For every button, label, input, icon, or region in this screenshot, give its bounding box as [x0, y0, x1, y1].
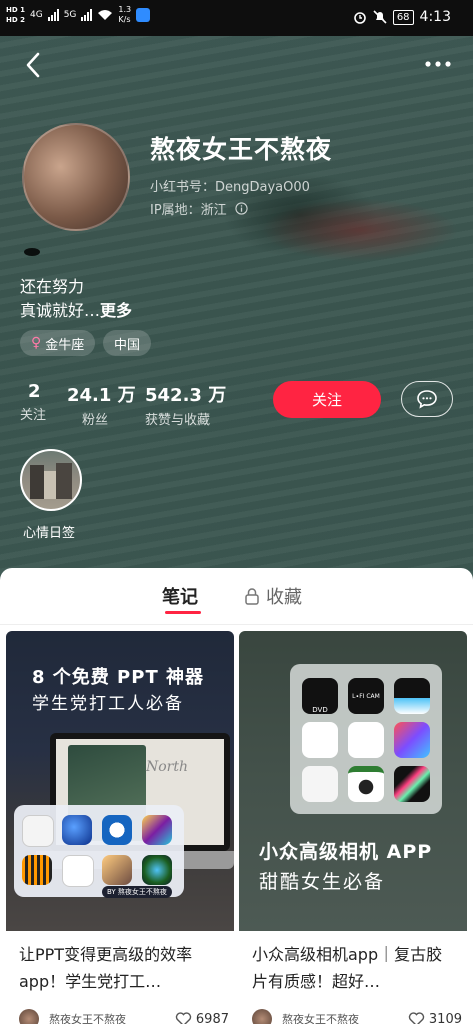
stat-followers[interactable]: 24.1 万 粉丝	[67, 381, 136, 428]
cover-subline: 甜酷女生必备	[259, 871, 386, 893]
app-icon-lens	[302, 766, 338, 802]
follow-button[interactable]: 关注	[273, 381, 381, 418]
status-bar: HD 1 HD 2 4G 5G 1.3 K/s 68 4:13	[0, 0, 473, 36]
stat-following-value: 2	[28, 381, 41, 402]
stat-likes-value: 542.3 万	[145, 385, 227, 406]
note-card[interactable]: 8 个免费 PPT 神器 学生党打工人必备 North BY 熬夜女王不熬夜 让…	[6, 631, 234, 1024]
note-footer: 熬夜女王不熬夜 3109	[252, 1009, 462, 1024]
note-footer: 熬夜女王不熬夜 6987	[19, 1009, 229, 1024]
heart-icon	[408, 1012, 425, 1024]
cover-subline: 学生党打工人必备	[32, 694, 184, 714]
clock: 4:13	[419, 9, 451, 25]
active-tab-indicator	[165, 611, 201, 614]
tag-zodiac: ♀ 金牛座	[20, 330, 96, 356]
tag-region-label: 中国	[114, 337, 141, 353]
app-icon-cat	[22, 815, 54, 847]
sim-indicator: HD 1 HD 2	[6, 5, 25, 25]
note-title: 小众高级相机app｜复古胶片有质感！超好…	[252, 945, 443, 991]
highlight-label: 心情日签	[23, 526, 76, 541]
app-icon-earth	[142, 855, 172, 885]
bio-more-link[interactable]: 更多	[100, 301, 132, 320]
signal-icon-2	[81, 9, 93, 21]
app-icon-retro	[348, 766, 384, 802]
more-dots-icon	[425, 61, 451, 67]
stat-followers-value: 24.1 万	[67, 385, 136, 406]
camera-app-grid: DVD L∙FI CAM	[290, 664, 442, 814]
battery-icon: 68	[392, 9, 414, 25]
app-icon-grid	[14, 805, 184, 897]
mute-icon	[373, 10, 387, 24]
note-card[interactable]: DVD L∙FI CAM 小众高级相机 APP 甜酷女生必备 小众高级相机app…	[239, 631, 467, 1024]
like-button[interactable]: 6987	[175, 1011, 229, 1024]
tab-favorites[interactable]: 收藏	[244, 583, 302, 609]
app-icon-camera	[348, 722, 384, 758]
ip-location-text: IP属地：浙江	[150, 203, 227, 218]
stat-following-label: 关注	[20, 408, 47, 423]
cover-headline: 小众高级相机 APP	[259, 841, 433, 863]
author-avatar[interactable]	[252, 1009, 272, 1024]
app-icon-prism	[142, 815, 172, 845]
stat-likes-collects[interactable]: 542.3 万 获赞与收藏	[145, 381, 226, 428]
app-icon-dvd: DVD	[302, 678, 338, 714]
avatar[interactable]	[22, 123, 130, 231]
tab-notes[interactable]: 笔记	[162, 583, 198, 609]
profile-name: 熬夜女王不熬夜	[150, 135, 333, 164]
network-speed: 1.3 K/s	[118, 5, 132, 24]
app-icon-swirl	[394, 766, 430, 802]
app-icon-photo	[102, 855, 132, 885]
like-button[interactable]: 3109	[408, 1011, 462, 1024]
chat-bubble-icon	[417, 390, 437, 409]
bio-line-2[interactable]: 真诚就好…更多	[20, 297, 132, 321]
decorative-dot	[24, 248, 40, 256]
note-title: 让PPT变得更高级的效率app！学生党打工…	[19, 945, 193, 991]
heart-icon	[175, 1012, 192, 1024]
message-button[interactable]	[401, 381, 453, 417]
wifi-icon	[98, 10, 113, 20]
stat-likes-label: 获赞与收藏	[145, 413, 211, 428]
tab-favorites-label: 收藏	[266, 587, 302, 608]
more-options-button[interactable]	[421, 52, 455, 76]
app-icon-grid-dots	[22, 855, 52, 885]
highlight-cover[interactable]	[20, 449, 82, 511]
bio-line-1: 还在努力	[20, 277, 85, 296]
app-icon-m	[102, 815, 132, 845]
author-avatar[interactable]	[19, 1009, 39, 1024]
female-icon: ♀	[31, 335, 42, 351]
app-icon-gradient	[394, 722, 430, 758]
highlight-image	[30, 463, 72, 499]
author-name[interactable]: 熬夜女王不熬夜	[282, 1011, 359, 1024]
cover-credit: BY 熬夜女王不熬夜	[102, 886, 172, 898]
network-type-2: 5G	[63, 10, 77, 20]
divider	[0, 624, 473, 625]
cover-decor-word: North	[146, 759, 189, 775]
back-button[interactable]	[20, 50, 50, 80]
app-icon-blue-circle	[62, 815, 92, 845]
bio-line-2-text: 真诚就好…	[20, 301, 101, 320]
like-count: 6987	[195, 1011, 229, 1024]
ip-location[interactable]: IP属地：浙江	[150, 199, 248, 218]
alarm-icon	[354, 12, 366, 24]
sim1-label: HD 1	[6, 6, 25, 14]
app-icon-link	[302, 722, 338, 758]
lock-icon	[245, 588, 259, 605]
note-cover-image: DVD L∙FI CAM 小众高级相机 APP 甜酷女生必备	[239, 631, 467, 931]
app-notification-icon	[136, 8, 151, 22]
tag-zodiac-label: 金牛座	[45, 337, 85, 353]
cover-headline: 8 个免费 PPT 神器	[32, 667, 204, 688]
author-name[interactable]: 熬夜女王不熬夜	[49, 1011, 126, 1024]
app-icon-lofi-cam: L∙FI CAM	[348, 678, 384, 714]
info-icon	[235, 202, 248, 215]
like-count: 3109	[428, 1011, 462, 1024]
tag-region: 中国	[103, 330, 152, 356]
network-type-1: 4G	[29, 10, 43, 20]
profile-id[interactable]: 小红书号：DengDayaO00	[150, 176, 310, 195]
app-icon-yashi	[62, 855, 94, 887]
chevron-left-icon	[26, 52, 40, 78]
stat-following[interactable]: 2 关注	[20, 381, 46, 423]
sim2-label: HD 2	[6, 16, 25, 24]
app-icon-pixel	[394, 678, 430, 714]
note-cover-image: 8 个免费 PPT 神器 学生党打工人必备 North BY 熬夜女王不熬夜	[6, 631, 234, 931]
stat-followers-label: 粉丝	[82, 413, 109, 428]
signal-icon	[47, 9, 59, 21]
